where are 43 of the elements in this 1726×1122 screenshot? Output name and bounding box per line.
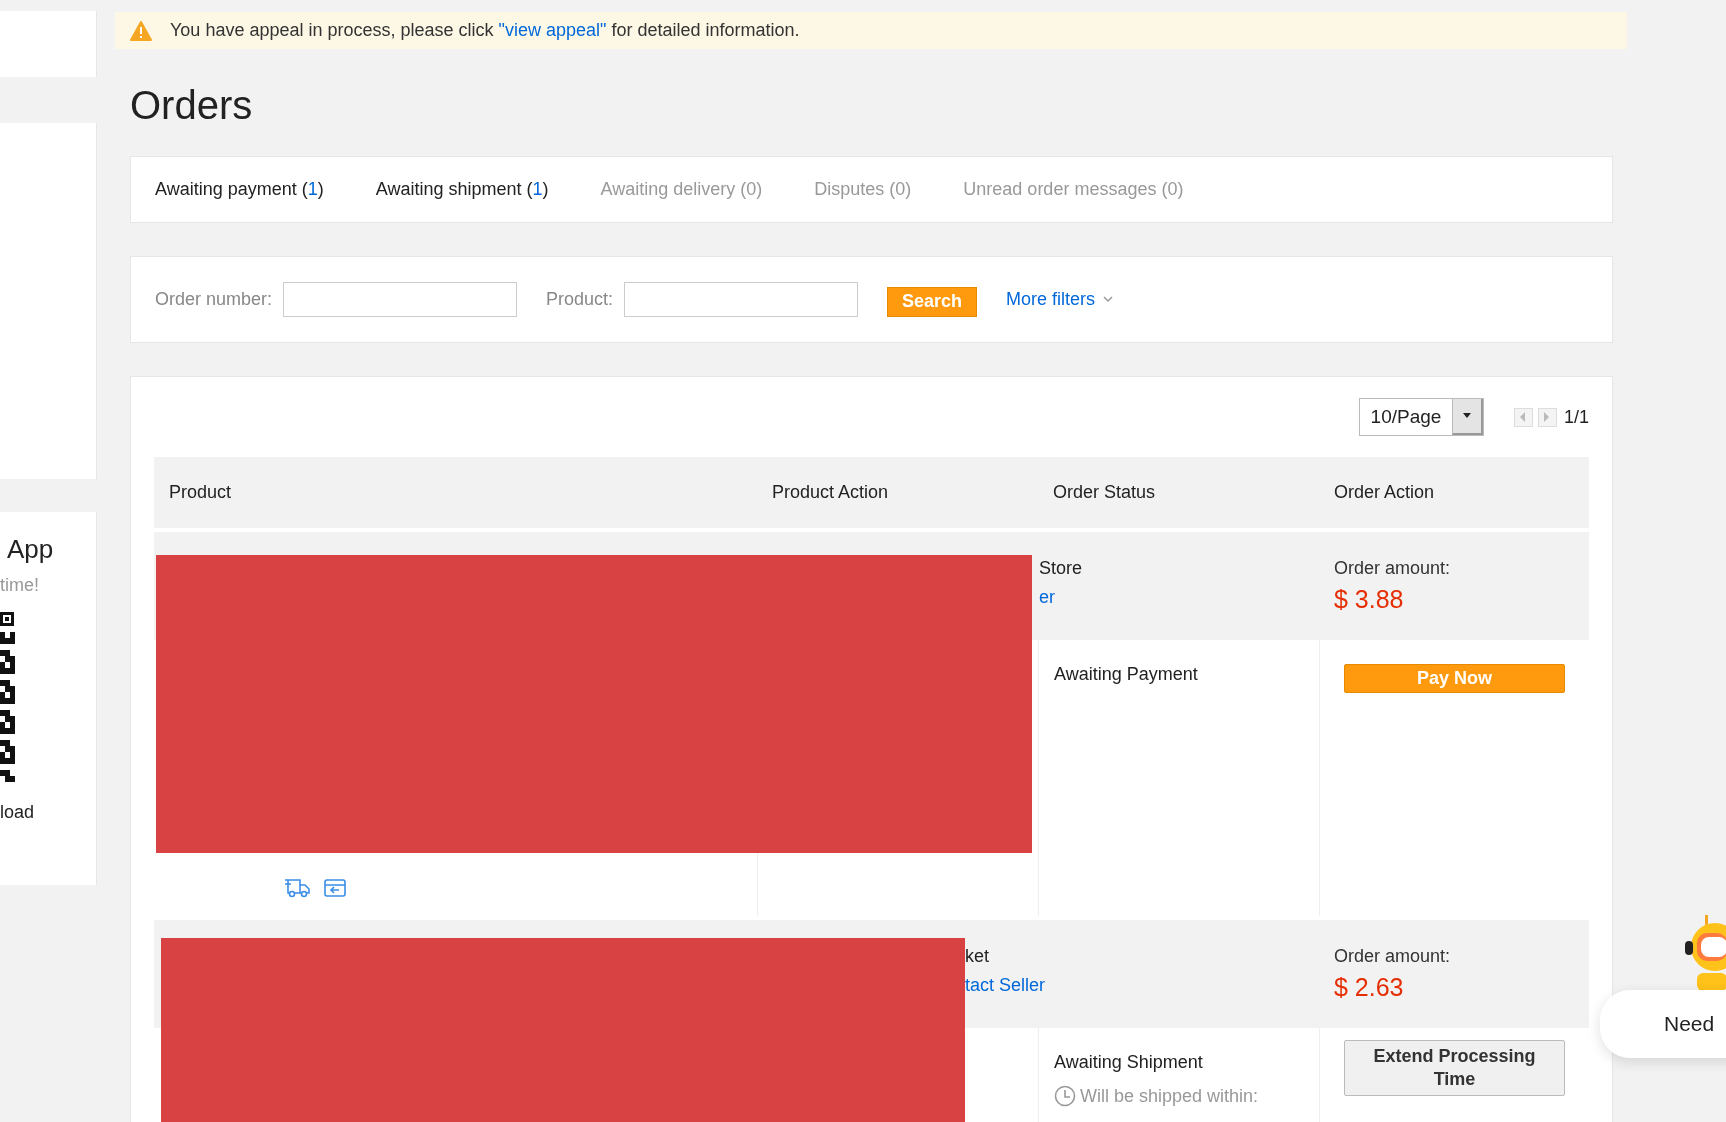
caret-icon [1461,413,1472,419]
order-amount: $ 2.63 [1334,973,1405,1002]
column-header: Product Action [771,482,890,503]
previous-page-button[interactable] [1513,407,1533,427]
more-filters-link[interactable]: More filters [1006,289,1096,310]
shipping-note: Will be shipped within: [1080,1085,1259,1107]
order-status: Awaiting Payment [1054,664,1199,685]
extend-time-button[interactable]: Extend Processing Time [1344,1040,1565,1096]
column-header: Product [168,482,233,503]
truck-icon[interactable] [284,878,310,898]
left-triangle-icon [1520,412,1527,422]
contact-seller-link[interactable]: tact Seller [965,975,1046,996]
column-header: Order Action [1333,482,1436,503]
order-amount: $ 3.88 [1334,585,1405,614]
robot-mascot-icon[interactable] [1685,915,1726,991]
page-indicator: 1/1 [1563,406,1589,428]
page-title: Orders [130,82,254,129]
warning-icon [130,20,152,41]
notice-text: You have appeal in process, please click "view appeal" for detailed information. [170,20,800,41]
field-label: Product: [546,289,614,310]
download-link[interactable]: load [0,802,35,823]
right-triangle-icon [1544,412,1551,422]
store-name: Store [1039,558,1083,579]
order-number-field[interactable] [283,282,518,317]
column-header: Order Status [1052,482,1157,503]
view-appeal-link[interactable]: "view appeal" [498,20,607,40]
app-subtitle: time! [0,575,39,596]
order-status: Awaiting Shipment [1054,1052,1204,1073]
box-icon[interactable] [324,878,346,898]
field-label: Order number: [155,289,273,310]
per-page-select[interactable]: 10/Page [1358,398,1484,436]
help-bubble[interactable]: Need [1600,990,1726,1058]
app-title: App [7,534,54,565]
store-name: ket [965,946,990,967]
next-page-button[interactable] [1537,407,1557,427]
contact-seller-link[interactable]: er [1039,587,1083,608]
status-tab[interactable]: Awaiting payment (1) [155,179,324,200]
clock-icon [1054,1085,1076,1107]
order-amount-label: Order amount: [1334,558,1452,579]
product-field[interactable] [624,282,859,317]
order-amount-label: Order amount: [1334,946,1452,967]
chevron-down-icon [1103,296,1114,303]
status-tab[interactable]: Awaiting shipment (1) [375,179,549,200]
